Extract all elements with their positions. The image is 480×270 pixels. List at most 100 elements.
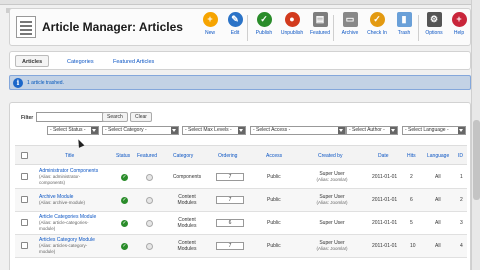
status-select-value: - Select Status - [50,127,86,133]
ordering-input[interactable]: 6 [216,219,244,227]
page-scrollbar[interactable] [471,0,480,270]
archive-button[interactable]: ▭ Archive [336,12,364,46]
options-button[interactable]: ⚙ Options [420,12,448,46]
id-text: 4 [460,243,463,249]
language-select[interactable]: - Select Language - [402,126,466,135]
th-category[interactable]: Category [173,153,193,159]
creator-alias: (Alias: Joomla!) [316,200,348,205]
edit-icon: ✎ [227,12,243,27]
author-select[interactable]: - Select Author - [346,126,398,135]
language-select-value: - Select Language - [405,127,449,133]
date-text: 2011-01-01 [372,197,398,203]
tab-featured-articles[interactable]: Featured Articles [106,55,161,67]
featured-icon: ▤ [312,12,328,27]
unfeatured-icon[interactable] [146,197,153,204]
stop-icon: ● [284,12,300,27]
alias-text: (Alias: articles-category- [39,243,88,248]
search-button[interactable]: Search [102,112,128,122]
trash-button[interactable]: ▮ Trash [390,12,418,46]
app-window: Article Manager: Articles + New ✎ Edit ✓ Pu… [0,0,480,270]
checkin-label: Check In [367,30,387,36]
hits-text: 2 [410,174,413,180]
hits-text: 6 [410,197,413,203]
table-row: Administrator Components (Alias: administ… [15,166,467,189]
filter-search-input[interactable] [36,112,108,122]
access-text: Public [267,174,281,180]
th-date[interactable]: Date [378,153,389,159]
admin-menubar [0,0,480,13]
alias-text: module) [39,249,56,254]
hits-text: 10 [410,243,416,249]
th-created-by[interactable]: Created by [318,153,342,159]
row-checkbox[interactable] [21,173,28,180]
published-icon[interactable]: ✓ [121,220,128,227]
published-icon[interactable]: ✓ [121,243,128,250]
publish-button[interactable]: ✓ Publish [250,12,278,46]
th-access[interactable]: Access [266,153,282,159]
row-checkbox[interactable] [21,242,28,249]
th-language[interactable]: Language [427,153,449,159]
unfeatured-icon[interactable] [146,243,153,250]
published-icon[interactable]: ✓ [121,174,128,181]
checkin-button[interactable]: ✓ Check In [363,12,391,46]
help-label: Help [453,30,465,36]
access-text: Public [267,220,281,226]
filter-label: Filter [21,115,34,121]
alias-text: components) [39,180,66,185]
unfeatured-icon[interactable] [146,174,153,181]
new-button[interactable]: + New [196,12,224,46]
subnav: Articles Categories Featured Articles [9,51,471,70]
alias-text: module) [39,226,56,231]
language-text: All [435,174,441,180]
help-button[interactable]: + Help [445,12,473,46]
ordering-input[interactable]: 7 [216,173,244,181]
page-title: Article Manager: Articles [42,20,183,34]
author-select-value: - Select Author - [349,127,385,133]
new-label: New [204,30,215,36]
id-text: 3 [460,220,463,226]
edit-label: Edit [230,30,240,36]
max-levels-select[interactable]: - Select Max Levels - [182,126,246,135]
access-select[interactable]: - Select Access - [250,126,346,135]
th-featured[interactable]: Featured [137,153,157,159]
id-text: 2 [460,197,463,203]
hits-text: 5 [410,220,413,226]
message-text: 1 article trashed. [27,80,64,86]
plus-icon: + [202,12,218,27]
th-hits[interactable]: Hits [407,153,416,159]
tab-articles[interactable]: Articles [15,55,50,67]
tab-categories[interactable]: Categories [60,55,101,67]
select-all-checkbox[interactable] [21,152,28,159]
published-icon[interactable]: ✓ [121,197,128,204]
th-title[interactable]: Title [65,153,74,159]
th-ordering[interactable]: Ordering [218,153,237,159]
creator-alias: (Alias: Joomla!) [316,246,348,251]
row-checkbox[interactable] [21,196,28,203]
max-levels-select-value: - Select Max Levels - [185,127,232,133]
ordering-input[interactable]: 7 [216,242,244,250]
featured-button[interactable]: ▤ Featured [306,12,334,46]
system-message: i 1 article trashed. [9,75,471,90]
date-text: 2011-01-01 [372,220,398,226]
id-text: 1 [460,174,463,180]
alias-text: (Alias: article-categories- [39,220,89,225]
th-id[interactable]: ID [458,153,463,159]
scrollbar-thumb[interactable] [473,120,480,200]
category-select[interactable]: - Select Category - [102,126,179,135]
creator-link[interactable]: Super User [319,220,344,226]
options-label: Options [425,30,443,36]
unpublish-button[interactable]: ● Unpublish [278,12,306,46]
trash-label: Trash [397,30,411,36]
ordering-input[interactable]: 7 [216,196,244,204]
clear-button[interactable]: Clear [130,112,152,122]
status-select[interactable]: - Select Status - [47,126,99,135]
unfeatured-icon[interactable] [146,220,153,227]
category-text: Components [172,174,202,180]
th-status[interactable]: Status [116,153,130,159]
category-text: Modules [177,246,197,252]
edit-button[interactable]: ✎ Edit [221,12,249,46]
row-checkbox[interactable] [21,219,28,226]
chevron-down-icon [390,127,397,134]
language-text: All [435,197,441,203]
checkin-icon: ✓ [369,12,385,27]
